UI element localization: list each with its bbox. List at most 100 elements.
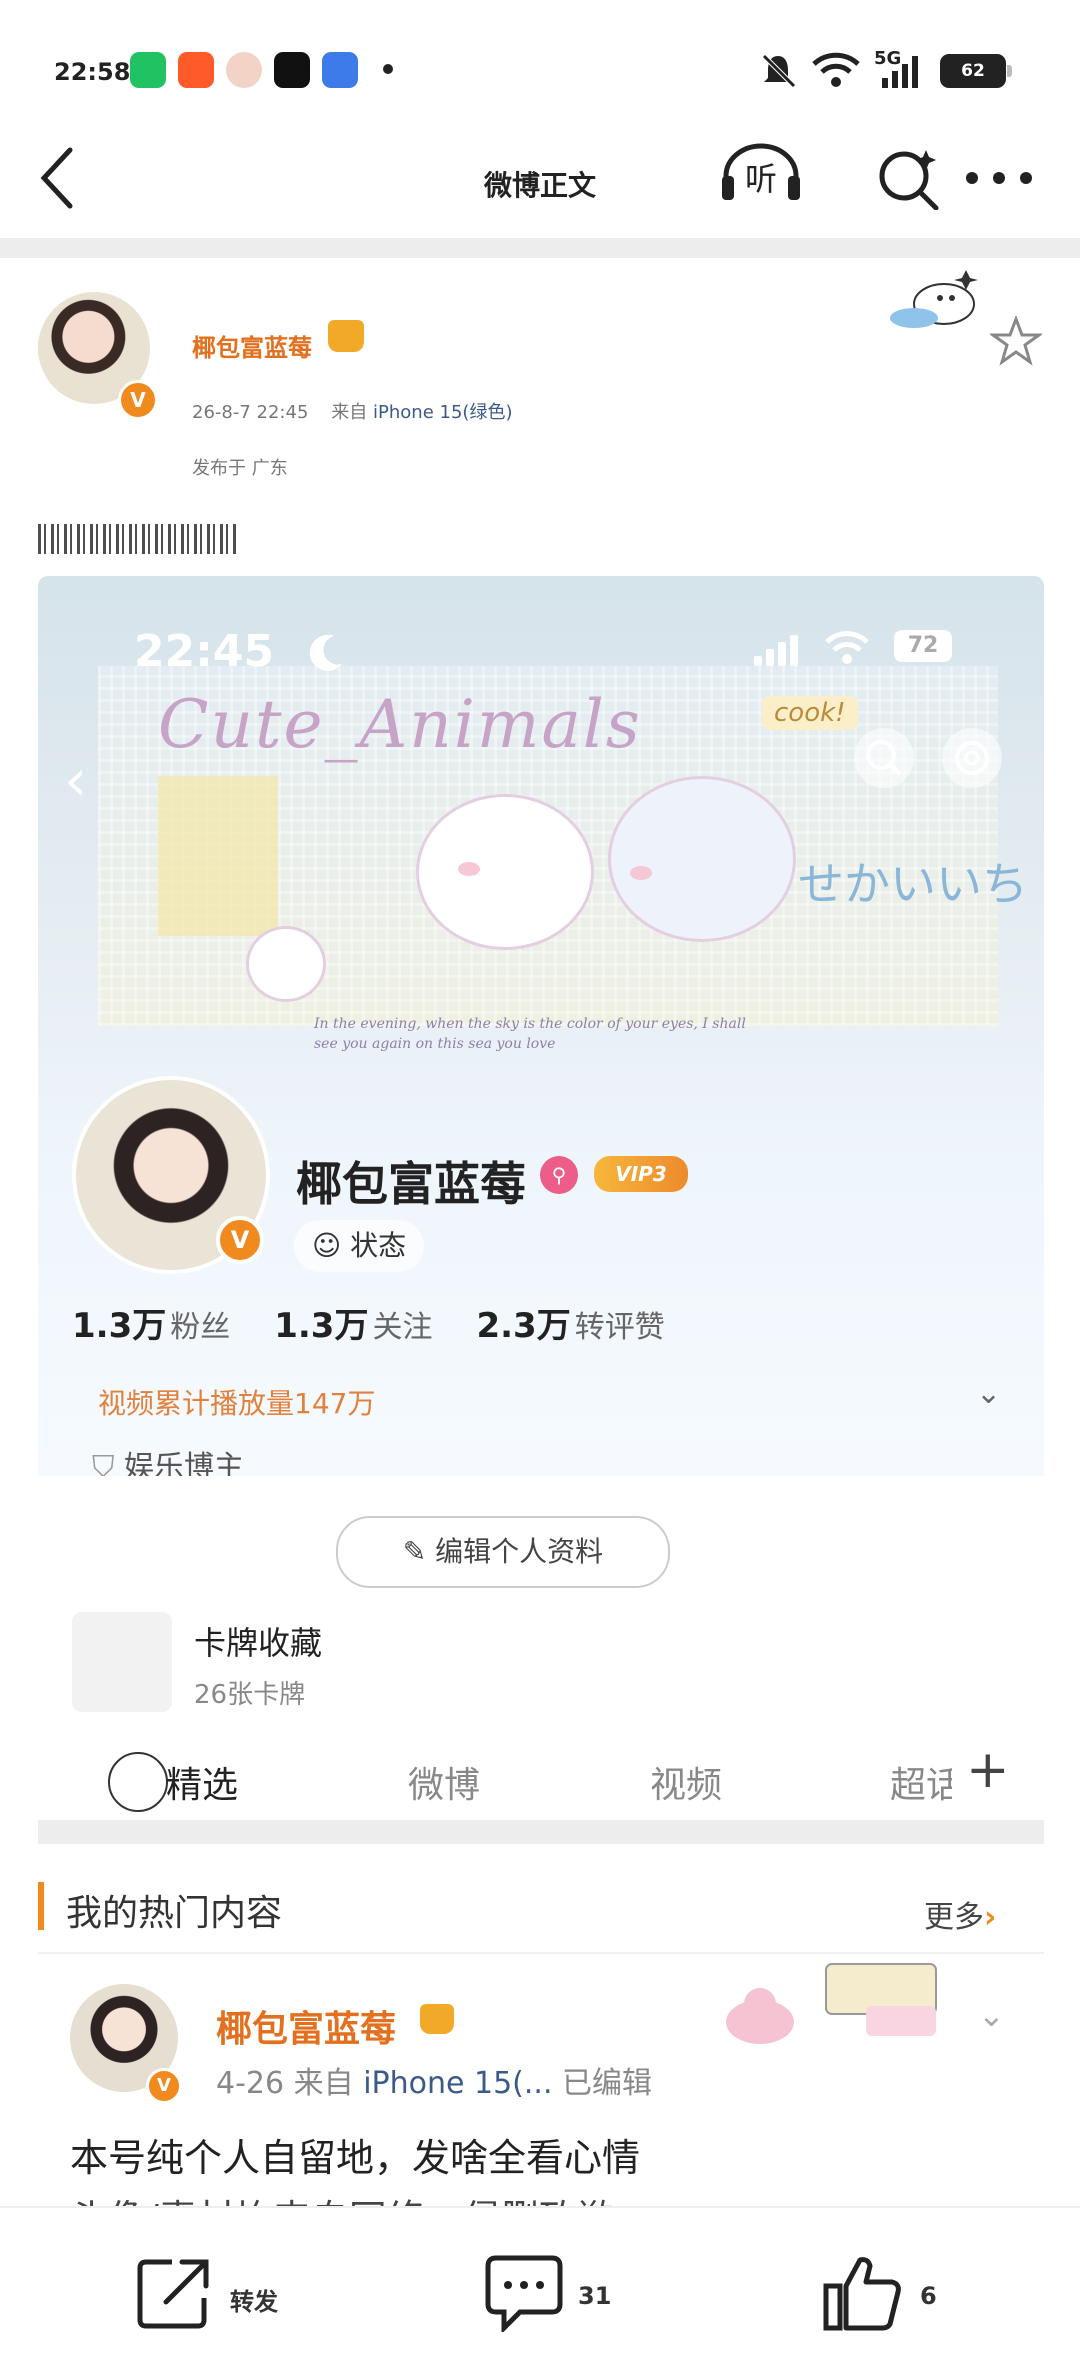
edit-profile-label: 编辑个人资料	[435, 1535, 604, 1568]
banner-title: Cute_Animals	[158, 686, 642, 763]
item-source-prefix: 来自	[293, 2066, 354, 2101]
more-link[interactable]: 更多›	[924, 1892, 996, 1936]
wechat-icon	[130, 52, 166, 88]
white-bear-illustration	[416, 794, 594, 950]
comment-icon[interactable]	[484, 2254, 564, 2332]
fans-count: 1.3万	[72, 1306, 167, 1346]
more-options-icon[interactable]	[964, 170, 1034, 186]
repost-label[interactable]: 转发	[230, 2282, 278, 2317]
mute-bell-icon	[762, 54, 796, 88]
profile-stats: 1.3万 粉丝 1.3万 关注 2.3万 转评赞	[72, 1298, 709, 1347]
item-text[interactable]: 本号纯个人自留地，发啥全看心情	[70, 2130, 640, 2186]
more-chevron-icon[interactable]: ›	[984, 1900, 996, 1935]
card-collection-title: 卡牌收藏	[194, 1624, 323, 1662]
card-collection-icon	[72, 1612, 172, 1712]
embedded-screenshot[interactable]: 22:45 72 Cute_Animals cook! ‹ せかいいち In t…	[38, 576, 1044, 1516]
white-fade	[38, 1476, 1044, 1516]
post-time: 26-8-7 22:45	[192, 402, 309, 423]
smile-icon: ☺	[312, 1229, 342, 1262]
crown-badge-icon[interactable]	[328, 320, 364, 352]
item-text-line2[interactable]: 头像/素材均来自网络，侵删致歉	[70, 2188, 690, 2208]
item-meta: 4-26 来自 iPhone 15(... 已编辑	[216, 2058, 652, 2102]
tiktok-icon	[274, 52, 310, 88]
add-tab-icon: +	[966, 1740, 1010, 1800]
section-accent-bar	[38, 1882, 44, 1930]
app-orange-icon	[178, 52, 214, 88]
item-date: 4-26	[216, 2066, 285, 2101]
signal-icon	[882, 56, 918, 88]
embedded-settings-icon	[942, 728, 1002, 788]
row-separator	[38, 1952, 1044, 1954]
post-location: 发布于 广东	[192, 458, 288, 479]
bear-cheek	[458, 862, 480, 876]
moon-icon	[310, 634, 342, 671]
embedded-search-icon	[854, 728, 914, 788]
item-author-name[interactable]: 椰包富蓝莓	[216, 2000, 396, 2052]
small-bear-illustration	[246, 926, 326, 1002]
verified-badge-icon: V	[118, 380, 158, 420]
source-prefix: 来自	[331, 402, 368, 423]
status-bar: 22:58 5G 62	[0, 0, 1080, 120]
notification-dot-icon	[383, 64, 393, 74]
author-name[interactable]: 椰包富蓝莓	[192, 328, 312, 363]
following-count: 1.3万	[274, 1306, 369, 1346]
tieba-icon	[322, 52, 358, 88]
tab-video: 视频	[650, 1765, 723, 1806]
bear-cheek	[630, 866, 652, 880]
profile-verified-icon: V	[216, 1216, 264, 1264]
item-edited: 已编辑	[562, 2066, 653, 2101]
tab-mascot-icon	[108, 1752, 168, 1812]
repost-icon[interactable]	[136, 2254, 212, 2330]
sticker-decoration	[890, 270, 978, 328]
separator	[0, 238, 1080, 258]
fans-label: 粉丝	[170, 1310, 231, 1345]
status-button: ☺ 状态	[294, 1220, 425, 1272]
profile-name: 椰包富蓝莓	[296, 1157, 526, 1211]
more-label[interactable]: 更多	[924, 1900, 984, 1935]
blue-bear-illustration	[608, 776, 796, 942]
embedded-back-chevron-icon: ‹	[64, 746, 88, 814]
vip-badge: VIP3	[594, 1156, 688, 1192]
comment-count[interactable]: 31	[578, 2282, 611, 2310]
edit-profile-button: ✎ 编辑个人资料	[336, 1516, 670, 1588]
status-time: 22:58	[54, 58, 131, 86]
tab-weibo: 微博	[408, 1765, 481, 1806]
card-collection-subtitle: 26张卡牌	[194, 1680, 306, 1710]
wifi-icon	[812, 52, 860, 87]
banner-yellow-block	[158, 776, 278, 936]
battery-indicator: 62	[940, 54, 1012, 88]
item-crown-icon	[420, 2004, 454, 2034]
banner-cook-label: cook!	[762, 696, 858, 730]
barcode-image	[38, 524, 238, 554]
video-views: 视频累计播放量147万	[98, 1387, 376, 1420]
item-options-chevron-icon[interactable]: ⌄	[978, 1996, 1005, 2034]
like-thumb-icon[interactable]	[822, 2254, 902, 2332]
tab-featured: 精选	[166, 1765, 239, 1806]
avatar-app-icon	[226, 52, 262, 88]
section-divider	[38, 1820, 1044, 1844]
search-sparkle-icon[interactable]	[876, 146, 940, 210]
favorite-star-icon[interactable]	[990, 316, 1042, 366]
status-label: 状态	[350, 1229, 407, 1262]
nav-bar: 微博正文	[0, 120, 1080, 240]
source-device[interactable]: iPhone 15(绿色)	[373, 402, 512, 423]
following-label: 关注	[372, 1310, 433, 1345]
embedded-signal-icon	[754, 635, 798, 666]
listen-label[interactable]: 听	[738, 154, 784, 200]
post-meta: 26-8-7 22:45 来自 iPhone 15(绿色)	[192, 398, 512, 424]
item-verified-icon: V	[146, 2068, 182, 2104]
pencil-icon: ✎	[402, 1535, 427, 1568]
embedded-status-time: 22:45	[134, 626, 275, 677]
cat-sticker-decoration	[726, 1963, 937, 2044]
expand-chevron-icon: ⌄	[976, 1376, 1002, 1411]
item-source-device[interactable]: iPhone 15(...	[363, 2066, 552, 2101]
banner-japanese-text: せかいいち	[798, 857, 1028, 911]
tab-supertopic: 超话	[890, 1765, 952, 1806]
engagement-label: 转评赞	[574, 1310, 665, 1345]
banner-english-text: In the evening, when the sky is the colo…	[314, 1016, 746, 1052]
profile-pink-badge-icon: ⚲	[540, 1156, 578, 1194]
like-count[interactable]: 6	[920, 2282, 937, 2310]
embedded-battery: 72	[894, 630, 952, 662]
section-title: 我的热门内容	[66, 1893, 283, 1934]
embedded-wifi-icon	[825, 631, 869, 664]
